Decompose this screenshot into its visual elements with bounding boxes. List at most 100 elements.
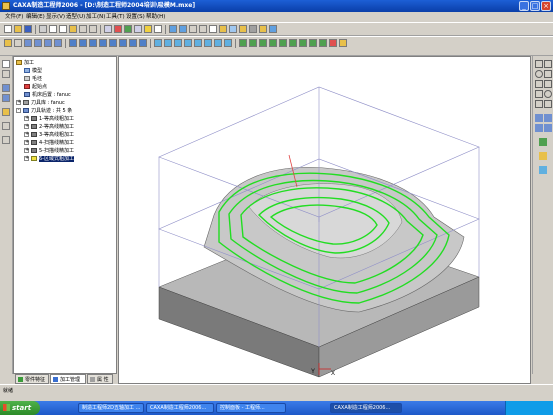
cursor-icon[interactable] <box>2 70 10 78</box>
menu-help[interactable]: 帮助(H) <box>146 12 165 22</box>
simulate-icon[interactable] <box>319 39 327 47</box>
menu-machining[interactable]: 加工(N) <box>86 12 105 22</box>
tree-item-toolpaths[interactable]: - 刀具轨迹 : 共 5 条 <box>16 107 72 115</box>
loft-icon[interactable] <box>54 39 62 47</box>
polyline-icon[interactable] <box>544 60 552 68</box>
engrave-icon[interactable] <box>309 39 317 47</box>
spline-icon[interactable] <box>544 80 552 88</box>
expand-icon[interactable]: + <box>24 116 29 121</box>
tree-item-path-3[interactable]: +3-等高线粗加工 <box>24 131 74 139</box>
tree-item-start-point[interactable]: 起始点 <box>24 83 47 91</box>
offset-icon[interactable] <box>544 100 552 108</box>
maximize-button[interactable]: □ <box>530 1 540 11</box>
shade-icon[interactable] <box>219 25 227 33</box>
point-icon[interactable] <box>535 90 543 98</box>
window-zoom-icon[interactable] <box>209 25 217 33</box>
mirror-curve-icon[interactable] <box>539 138 547 146</box>
tab-machining[interactable]: 加工管理 <box>50 374 86 384</box>
redo-icon[interactable] <box>89 25 97 33</box>
taskbar-button-2[interactable]: CAXA制造工程师2006... <box>146 403 214 413</box>
pencil-icon[interactable] <box>289 39 297 47</box>
array-icon[interactable] <box>539 166 547 174</box>
boolean-icon[interactable] <box>214 39 222 47</box>
region-icon[interactable] <box>279 39 287 47</box>
layer-icon[interactable] <box>134 25 142 33</box>
measure-icon[interactable] <box>2 122 10 130</box>
chamfer-icon[interactable] <box>99 39 107 47</box>
3d-viewport[interactable]: Y X <box>118 56 531 384</box>
ellipse-icon[interactable] <box>544 90 552 98</box>
hide-line-icon[interactable] <box>239 25 247 33</box>
zoom-out-icon[interactable] <box>179 25 187 33</box>
tree-item-path-6[interactable]: +6-区域式粗加工 <box>24 155 74 163</box>
cut-revolve-icon[interactable] <box>79 39 87 47</box>
expand-icon[interactable]: + <box>24 140 29 145</box>
line-icon[interactable] <box>535 60 543 68</box>
refresh-icon[interactable] <box>269 25 277 33</box>
expand-icon[interactable]: + <box>24 156 29 161</box>
scale-icon[interactable] <box>174 39 182 47</box>
arc-icon[interactable] <box>544 70 552 78</box>
plane-icon[interactable] <box>14 39 22 47</box>
menu-file[interactable]: 文件(F) <box>5 12 23 22</box>
mirror-icon[interactable] <box>164 39 172 47</box>
pan-icon[interactable] <box>189 25 197 33</box>
sketch-icon[interactable] <box>4 39 12 47</box>
tree-item-tool-library[interactable]: + 刀具库 : fanuc <box>16 99 65 107</box>
trim-icon[interactable] <box>535 114 543 122</box>
select-icon[interactable] <box>104 25 112 33</box>
open-folder-icon[interactable] <box>14 25 22 33</box>
menu-edit[interactable]: 编辑(E) <box>26 12 45 22</box>
fit-view-icon[interactable] <box>249 25 257 33</box>
save-icon[interactable] <box>24 25 32 33</box>
thicken-icon[interactable] <box>194 39 202 47</box>
surface-cut-icon[interactable] <box>184 39 192 47</box>
extrude-icon[interactable] <box>24 39 32 47</box>
delete-icon[interactable] <box>114 25 122 33</box>
taskbar-button-1[interactable]: 制造工程师2D五轴加工 ... <box>78 403 144 413</box>
list-icon[interactable] <box>154 25 162 33</box>
tree-item-path-4[interactable]: +4-扫描线精加工 <box>24 139 74 147</box>
expand-icon[interactable]: + <box>24 124 29 129</box>
menu-modeling[interactable]: 造型(U) <box>66 12 85 22</box>
shell-icon[interactable] <box>109 39 117 47</box>
zoom-in-icon[interactable] <box>169 25 177 33</box>
contour-icon[interactable] <box>259 39 267 47</box>
minimize-button[interactable]: _ <box>519 1 529 11</box>
process-sheet-icon[interactable] <box>339 39 347 47</box>
scan-icon[interactable] <box>269 39 277 47</box>
text-icon[interactable] <box>539 152 547 160</box>
polygon-icon[interactable] <box>535 100 543 108</box>
new-file-icon[interactable] <box>4 25 12 33</box>
expand-icon[interactable]: + <box>16 100 21 105</box>
tree-item-machining[interactable]: 加工 <box>16 59 34 67</box>
view-top-icon[interactable] <box>2 94 10 102</box>
break-icon[interactable] <box>535 124 543 132</box>
tab-features[interactable]: 零件特征 <box>15 374 49 384</box>
menu-tools[interactable]: 工具(T) <box>106 12 125 22</box>
circle-icon[interactable] <box>535 70 543 78</box>
expand-icon[interactable]: + <box>24 132 29 137</box>
revolve-icon[interactable] <box>34 39 42 47</box>
surface-fill-icon[interactable] <box>204 39 212 47</box>
tree-item-path-2[interactable]: +2-等高线精加工 <box>24 123 74 131</box>
tree-item-model[interactable]: 模型 <box>24 67 42 75</box>
menu-view[interactable]: 显示(V) <box>46 12 65 22</box>
taskbar-button-active[interactable]: CAXA制造工程师2006... <box>330 403 402 413</box>
fillet-icon[interactable] <box>89 39 97 47</box>
undo-icon[interactable] <box>79 25 87 33</box>
pointer-icon[interactable] <box>2 60 10 68</box>
start-button[interactable]: start <box>0 401 40 415</box>
pattern-icon[interactable] <box>154 39 162 47</box>
paste-icon[interactable] <box>69 25 77 33</box>
close-button[interactable]: × <box>541 1 551 11</box>
coordinate-icon[interactable] <box>2 136 10 144</box>
gcode-icon[interactable] <box>329 39 337 47</box>
sketch-tool-icon[interactable] <box>2 108 10 116</box>
cut-extrude-icon[interactable] <box>69 39 77 47</box>
color-icon[interactable] <box>144 25 152 33</box>
cut-icon[interactable] <box>49 25 57 33</box>
taskbar-button-3[interactable]: 控制面板 - 工程师... <box>216 403 286 413</box>
tree-item-path-5[interactable]: +5-扫描线精加工 <box>24 147 74 155</box>
tab-properties[interactable]: 属 性 <box>87 374 113 384</box>
